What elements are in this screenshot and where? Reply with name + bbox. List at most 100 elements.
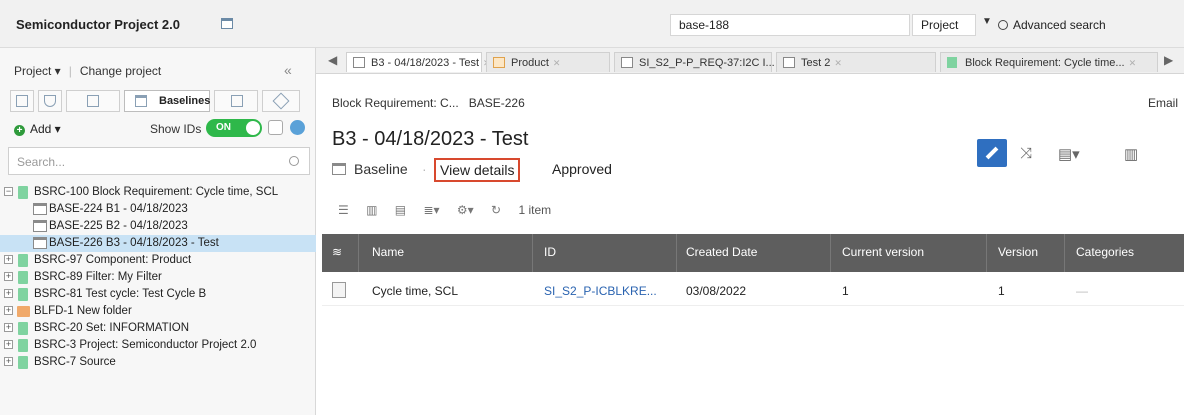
- breadcrumb: Block Requirement: C... BASE-226: [332, 96, 525, 110]
- tag-tab[interactable]: [262, 90, 300, 112]
- pencil-icon: [985, 146, 999, 160]
- global-search-input[interactable]: base-188: [670, 14, 910, 36]
- baseline-icon: [332, 163, 346, 175]
- add-button[interactable]: + Add ▾: [14, 122, 61, 136]
- breadcrumb-parent[interactable]: Block Requirement: C...: [332, 96, 459, 110]
- refresh-icon[interactable]: ↻: [491, 203, 501, 217]
- filter-icon: [44, 95, 56, 107]
- tree-item[interactable]: BASE-224 B1 - 04/18/2023: [0, 201, 316, 218]
- tree-item[interactable]: BASE-225 B2 - 04/18/2023: [0, 218, 316, 235]
- search-icon[interactable]: [289, 156, 299, 166]
- sidebar-tabs: Baselines: [10, 90, 310, 114]
- tab-requirement[interactable]: SI_S2_P-P_REQ-37:I2C I...✕: [614, 52, 786, 72]
- shuffle-icon[interactable]: ⤨: [1020, 145, 1032, 162]
- tree-icon: [16, 95, 28, 107]
- document-icon: [783, 57, 795, 68]
- column-header-name[interactable]: Name: [372, 245, 404, 259]
- window-icon[interactable]: [221, 18, 233, 29]
- baseline-icon: [33, 220, 47, 232]
- arrow-left-icon[interactable]: ◀: [328, 53, 337, 67]
- column-header-id[interactable]: ID: [544, 245, 556, 259]
- tree-item[interactable]: + BSRC-3 Project: Semiconductor Project …: [0, 337, 316, 354]
- page-title: B3 - 04/18/2023 - Test: [332, 128, 529, 150]
- grid-icon: [493, 57, 505, 68]
- expand-icon[interactable]: +: [4, 340, 13, 349]
- table-row[interactable]: Cycle time, SCL SI_S2_P-ICBLKRE... 03/08…: [322, 272, 1184, 306]
- advanced-search-link[interactable]: Advanced search: [998, 18, 1106, 32]
- tree-item[interactable]: + BSRC-89 Filter: My Filter: [0, 269, 316, 286]
- export-icon[interactable]: ▤▾: [1058, 145, 1080, 163]
- document-tab[interactable]: [214, 90, 258, 112]
- collapse-icon[interactable]: −: [4, 187, 13, 196]
- baseline-icon: [353, 57, 365, 68]
- arrow-right-icon[interactable]: ▶: [1164, 53, 1173, 67]
- plus-icon: +: [14, 125, 25, 136]
- layers-icon[interactable]: ≋: [332, 245, 342, 259]
- close-icon[interactable]: ✕: [834, 58, 842, 68]
- grid-icon: [87, 95, 99, 107]
- tab-test-2[interactable]: Test 2 ✕: [776, 52, 936, 72]
- tree-item[interactable]: + BSRC-81 Test cycle: Test Cycle B: [0, 286, 316, 303]
- tree-item[interactable]: + BSRC-97 Component: Product: [0, 252, 316, 269]
- close-icon[interactable]: ✕: [1129, 58, 1137, 68]
- column-view-icon[interactable]: ▥: [366, 203, 377, 217]
- grid-tab[interactable]: [66, 90, 120, 112]
- column-header-categories[interactable]: Categories: [1076, 245, 1134, 259]
- help-icon[interactable]: [290, 120, 305, 135]
- column-header-created[interactable]: Created Date: [686, 245, 757, 259]
- baseline-icon: [135, 95, 147, 107]
- trash-icon[interactable]: ▥: [1124, 145, 1138, 163]
- top-bar: Semiconductor Project 2.0 base-188 Proje…: [0, 0, 1184, 48]
- cell-categories: —: [1076, 284, 1088, 298]
- columns-menu-icon[interactable]: ≣▾: [423, 203, 439, 217]
- view-details-button[interactable]: View details: [434, 158, 521, 182]
- sort-icon[interactable]: [268, 120, 283, 135]
- edit-button[interactable]: [977, 139, 1007, 167]
- tree-item[interactable]: + BSRC-7 Source: [0, 354, 316, 371]
- expand-icon[interactable]: +: [4, 272, 13, 281]
- list-view-icon[interactable]: ☰: [338, 203, 349, 217]
- tree-item[interactable]: − BSRC-100 Block Requirement: Cycle time…: [0, 184, 316, 201]
- column-header-version[interactable]: Version: [998, 245, 1038, 259]
- tab-block-requirement[interactable]: Block Requirement: Cycle time... ✕: [940, 52, 1158, 72]
- cell-current-version: 1: [842, 284, 849, 298]
- tree-item[interactable]: + BLFD-1 New folder: [0, 303, 316, 320]
- show-ids-toggle[interactable]: ON: [206, 119, 262, 137]
- cell-id-link[interactable]: SI_S2_P-ICBLKRE...: [544, 284, 657, 298]
- document-view-icon[interactable]: ▤: [395, 203, 406, 217]
- tree-item[interactable]: + BSRC-20 Set: INFORMATION: [0, 320, 316, 337]
- tree-item-selected[interactable]: BASE-226 B3 - 04/18/2023 - Test: [0, 235, 316, 252]
- expand-icon[interactable]: +: [4, 323, 13, 332]
- folder-icon: [17, 306, 30, 317]
- expand-icon[interactable]: +: [4, 289, 13, 298]
- sidebar-search-input[interactable]: Search...: [8, 147, 310, 175]
- expand-icon[interactable]: +: [4, 357, 13, 366]
- cell-name: Cycle time, SCL: [372, 284, 459, 298]
- cell-created-date: 03/08/2022: [686, 284, 747, 298]
- item-count: 1 item: [518, 203, 552, 217]
- expand-icon[interactable]: +: [4, 306, 13, 315]
- breadcrumb-current: BASE-226: [468, 96, 525, 110]
- tab-product[interactable]: Product ✕: [486, 52, 610, 72]
- change-project-link[interactable]: Change project: [80, 64, 161, 78]
- chevron-down-icon[interactable]: ▼: [982, 16, 992, 27]
- app-title: Semiconductor Project 2.0: [16, 17, 180, 32]
- collapse-sidebar-icon[interactable]: «: [284, 62, 292, 78]
- gear-icon[interactable]: ⚙▾: [457, 203, 474, 217]
- tab-baselines[interactable]: Baselines: [124, 90, 210, 112]
- tab-baseline-b3[interactable]: B3 - 04/18/2023 - Test✕: [346, 52, 491, 72]
- expand-icon[interactable]: +: [4, 255, 13, 264]
- filter-item-icon: [18, 271, 28, 284]
- project-menu[interactable]: Project ▾: [14, 64, 61, 78]
- close-icon[interactable]: ✕: [553, 58, 561, 68]
- email-link[interactable]: Email: [1148, 96, 1178, 110]
- source-icon: [18, 356, 28, 369]
- item-subheader: Baseline · View details Approved: [332, 158, 732, 182]
- test-cycle-icon: [18, 288, 28, 301]
- tree-view-tab[interactable]: [10, 90, 34, 112]
- project-icon: [18, 339, 28, 352]
- column-header-current-version[interactable]: Current version: [842, 245, 924, 259]
- scope-select[interactable]: Project: [912, 14, 976, 36]
- cell-version: 1: [998, 284, 1005, 298]
- filter-tab[interactable]: [38, 90, 62, 112]
